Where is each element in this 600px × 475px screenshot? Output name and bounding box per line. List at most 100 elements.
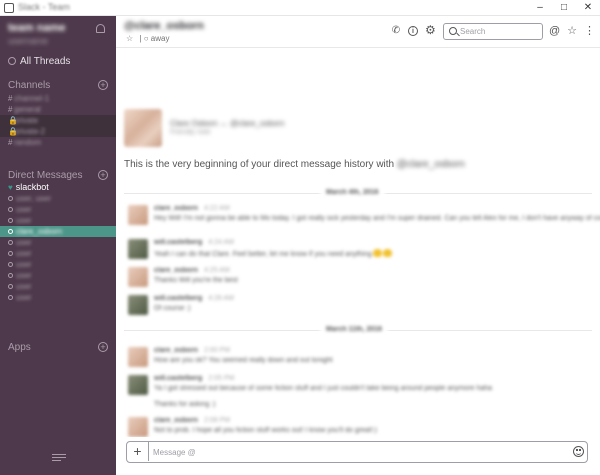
- message-input[interactable]: [153, 445, 553, 459]
- dm-label: user: [16, 282, 32, 291]
- minimize-button[interactable]: –: [528, 0, 552, 16]
- message-timestamp[interactable]: 4:22 AM: [204, 205, 230, 212]
- avatar[interactable]: [128, 239, 148, 259]
- sidebar-dm[interactable]: user: [0, 215, 116, 226]
- all-threads-link[interactable]: All Threads: [8, 56, 70, 67]
- message-author[interactable]: clare_osborn 4:25 AM: [154, 267, 230, 274]
- mentions-icon[interactable]: @: [549, 26, 560, 37]
- channel-name[interactable]: @clare_osborn: [124, 20, 204, 32]
- author-name[interactable]: will.castelberg: [154, 239, 202, 246]
- add-channel-button[interactable]: +: [98, 80, 108, 90]
- author-name[interactable]: will.castelberg: [154, 295, 202, 302]
- message-text: Not to prob. I hope all you fiction stuf…: [154, 427, 377, 434]
- sidebar-channel[interactable]: # general: [0, 104, 116, 115]
- avatar[interactable]: [128, 205, 148, 225]
- attach-plus-button[interactable]: +: [127, 442, 149, 461]
- close-window-button[interactable]: ✕: [576, 0, 600, 16]
- sidebar-dm[interactable]: user: [0, 281, 116, 292]
- maximize-button[interactable]: □: [552, 0, 576, 16]
- sidebar-channel[interactable]: 🔒private-2: [0, 126, 116, 137]
- message[interactable]: clare_osborn 4:22 AM Hey Will! I'm not gon…: [128, 205, 600, 233]
- message-author[interactable]: clare_osborn 2:08 PM: [154, 417, 230, 424]
- channel-label: private: [14, 116, 39, 125]
- sidebar-dm[interactable]: clare_osborn: [0, 226, 116, 237]
- message-timestamp[interactable]: 4:24 AM: [208, 239, 234, 246]
- apps-heading[interactable]: Apps: [8, 342, 31, 353]
- message-timestamp[interactable]: 2:08 PM: [204, 417, 230, 424]
- message-text: Thanks Will you're the best: [154, 277, 238, 284]
- info-icon[interactable]: i: [408, 26, 418, 36]
- message-text-continued: Thanks for asking :): [154, 401, 216, 408]
- author-name[interactable]: clare_osborn: [154, 417, 198, 424]
- message[interactable]: will.castelberg 2:05 PM Ya I got stressed …: [128, 375, 588, 408]
- avatar[interactable]: [128, 347, 148, 367]
- search-input[interactable]: [460, 25, 540, 38]
- team-menu[interactable]: team name username: [8, 22, 108, 50]
- team-name: team name: [8, 22, 66, 34]
- author-name[interactable]: clare_osborn: [154, 347, 198, 354]
- window-title: Slack - Team: [18, 2, 70, 12]
- message-text: Of course :): [154, 305, 191, 312]
- phone-icon[interactable]: ✆: [391, 26, 401, 36]
- sidebar-channel[interactable]: 🔒private: [0, 115, 116, 126]
- message[interactable]: clare_osborn 4:25 AM Thanks Will you're th…: [128, 267, 588, 295]
- avatar[interactable]: [128, 267, 148, 287]
- add-dm-button[interactable]: +: [98, 170, 108, 180]
- message-timestamp[interactable]: 4:25 AM: [204, 267, 230, 274]
- message-timestamp[interactable]: 2:00 PM: [204, 347, 230, 354]
- author-name[interactable]: clare_osborn: [154, 205, 198, 212]
- gear-icon[interactable]: ⚙: [425, 24, 436, 36]
- message-body: Thanks Will you're the best: [154, 277, 238, 284]
- message[interactable]: clare_osborn 2:08 PM Not to prob. I hope a…: [128, 417, 588, 437]
- message-author[interactable]: clare_osborn 4:22 AM: [154, 205, 230, 212]
- sidebar-dm[interactable]: user: [0, 270, 116, 281]
- sidebar: team name username All Threads Channels …: [0, 16, 116, 475]
- dm-label: user: [16, 293, 32, 302]
- sidebar-dm[interactable]: user: [0, 237, 116, 248]
- starred-items-icon[interactable]: ☆: [567, 26, 577, 37]
- sidebar-dm[interactable]: user: [0, 292, 116, 303]
- message-composer: +: [126, 441, 588, 463]
- meta-separator: |: [139, 34, 142, 43]
- sidebar-dm[interactable]: user: [0, 204, 116, 215]
- add-app-button[interactable]: +: [98, 342, 108, 352]
- search-box[interactable]: [443, 23, 543, 40]
- channels-heading[interactable]: Channels: [8, 80, 50, 91]
- quick-switcher-icon[interactable]: [52, 454, 66, 464]
- author-name[interactable]: will.castelberg: [154, 375, 202, 382]
- message[interactable]: will.castelberg 4:26 AM Of course :): [128, 295, 588, 323]
- channel-label: general: [14, 105, 41, 114]
- all-threads-label: All Threads: [20, 56, 71, 67]
- message[interactable]: clare_osborn 2:00 PM How are you ok? You s…: [128, 347, 588, 375]
- bell-icon[interactable]: [96, 24, 105, 33]
- message-author[interactable]: will.castelberg 2:05 PM: [154, 375, 234, 382]
- avatar[interactable]: [128, 375, 148, 395]
- dm-list: ♥ slackbot user, user user user clare_osborn u…: [0, 182, 116, 303]
- more-menu-icon[interactable]: ⋮: [584, 26, 595, 37]
- message-author[interactable]: will.castelberg 4:26 AM: [154, 295, 234, 302]
- message-timestamp[interactable]: 4:26 AM: [208, 295, 234, 302]
- message-body: Hey Will! I'm not gonna be able to Mo to…: [154, 215, 600, 222]
- message-author[interactable]: will.castelberg 4:24 AM: [154, 239, 234, 246]
- sidebar-dm[interactable]: user: [0, 248, 116, 259]
- favorite-star-icon[interactable]: ☆: [126, 34, 133, 43]
- sidebar-channel[interactable]: # channel-1: [0, 93, 116, 104]
- message-pane[interactable]: Clare Osborn ↔ @clare_osborn Friendly no…: [116, 49, 600, 437]
- intro-text-name[interactable]: @clare_osborn: [397, 159, 465, 170]
- emoji-picker-icon[interactable]: [573, 446, 584, 457]
- message-author[interactable]: clare_osborn 2:00 PM: [154, 347, 230, 354]
- avatar[interactable]: [128, 417, 148, 437]
- direct-messages-heading[interactable]: Direct Messages: [8, 170, 82, 181]
- dm-label: user: [16, 205, 32, 214]
- message-text: Ya I got stressed out because of some fi…: [154, 385, 493, 392]
- day-label: March 11th, 2016: [320, 326, 389, 333]
- author-name[interactable]: clare_osborn: [154, 267, 198, 274]
- sidebar-dm[interactable]: user: [0, 259, 116, 270]
- sidebar-channel[interactable]: # random: [0, 137, 116, 148]
- avatar[interactable]: [128, 295, 148, 315]
- sidebar-dm[interactable]: user, user: [0, 193, 116, 204]
- message[interactable]: will.castelberg 4:24 AM Yeah I can do that…: [128, 239, 588, 267]
- sidebar-dm-slackbot[interactable]: ♥ slackbot: [0, 182, 116, 193]
- message-timestamp[interactable]: 2:05 PM: [208, 375, 234, 382]
- presence-dot-icon: [8, 229, 13, 234]
